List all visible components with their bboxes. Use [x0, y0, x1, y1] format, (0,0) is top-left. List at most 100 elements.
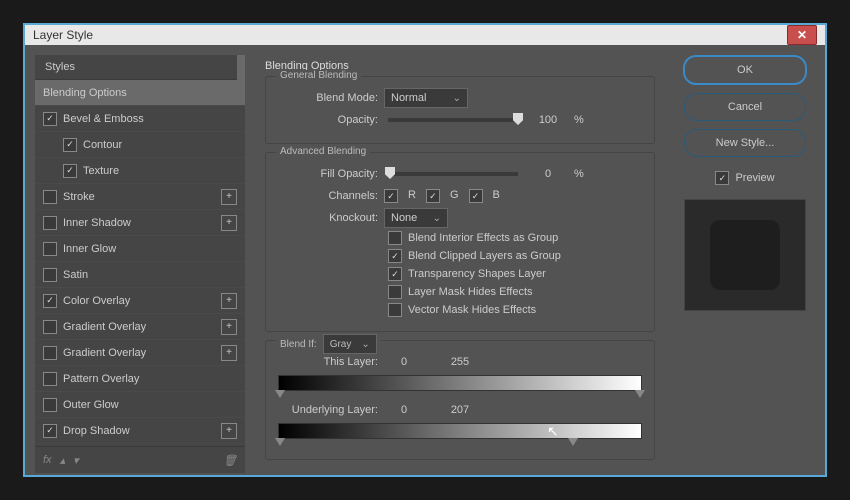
transparency-shapes-checkbox[interactable] — [388, 267, 402, 281]
preview-label: Preview — [735, 172, 774, 184]
slider-handle[interactable] — [385, 167, 395, 179]
sidebar-item-label: Gradient Overlay — [63, 347, 146, 359]
blend-interior-checkbox[interactable] — [388, 231, 402, 245]
sidebar-item-color-overlay[interactable]: Color Overlay + — [35, 288, 245, 314]
main-panel: Blending Options General Blending Blend … — [255, 55, 665, 473]
style-checkbox[interactable] — [63, 138, 77, 152]
style-checkbox[interactable] — [43, 294, 57, 308]
sidebar-item-label: Outer Glow — [63, 399, 119, 411]
channel-g-checkbox[interactable] — [426, 189, 440, 203]
opacity-value[interactable]: 100 — [528, 114, 568, 126]
channel-b-checkbox[interactable] — [469, 189, 483, 203]
opacity-slider[interactable] — [388, 118, 518, 122]
fx-label: fx — [43, 454, 52, 466]
underlying-layer-slider[interactable] — [278, 423, 642, 439]
styles-sidebar: Styles Blending Options Bevel & Emboss Con… — [35, 55, 245, 473]
sidebar-item-inner-shadow[interactable]: Inner Shadow + — [35, 210, 245, 236]
slider-white-handle[interactable] — [635, 390, 645, 398]
preview-checkbox[interactable] — [715, 171, 729, 185]
style-checkbox[interactable] — [63, 164, 77, 178]
style-checkbox[interactable] — [43, 242, 57, 256]
sidebar-item-stroke[interactable]: Stroke + — [35, 184, 245, 210]
general-legend: General Blending — [276, 70, 361, 81]
knockout-label: Knockout: — [278, 212, 378, 224]
sidebar-item-inner-glow[interactable]: Inner Glow — [35, 236, 245, 262]
layer-mask-hides-checkbox[interactable] — [388, 285, 402, 299]
style-checkbox[interactable] — [43, 398, 57, 412]
add-effect-icon[interactable]: + — [221, 189, 237, 205]
sidebar-item-contour[interactable]: Contour — [35, 132, 245, 158]
style-checkbox[interactable] — [43, 190, 57, 204]
right-panel: OK Cancel New Style... Preview — [675, 55, 815, 473]
advanced-blending-group: Advanced Blending Fill Opacity: 0 % Chan… — [265, 152, 655, 332]
channels-label: Channels: — [278, 190, 378, 202]
slider-black-handle[interactable] — [275, 390, 285, 398]
style-checkbox[interactable] — [43, 424, 57, 438]
channel-r-checkbox[interactable] — [384, 189, 398, 203]
style-checkbox[interactable] — [43, 372, 57, 386]
advanced-legend: Advanced Blending — [276, 146, 370, 157]
slider-handle[interactable] — [513, 113, 523, 125]
sidebar-item-bevel-emboss[interactable]: Bevel & Emboss — [35, 106, 245, 132]
close-button[interactable]: ✕ — [787, 25, 817, 45]
style-checkbox[interactable] — [43, 216, 57, 230]
ok-button[interactable]: OK — [683, 55, 807, 85]
style-checkbox[interactable] — [43, 346, 57, 360]
sidebar-item-label: Inner Shadow — [63, 217, 131, 229]
blend-clipped-checkbox[interactable] — [388, 249, 402, 263]
sidebar-item-gradient-overlay[interactable]: Gradient Overlay + — [35, 340, 245, 366]
add-effect-icon[interactable]: + — [221, 293, 237, 309]
sidebar-item-label: Bevel & Emboss — [63, 113, 144, 125]
new-style-button[interactable]: New Style... — [684, 129, 806, 157]
knockout-select[interactable]: None — [384, 208, 448, 228]
sidebar-item-label: Color Overlay — [63, 295, 130, 307]
fill-opacity-label: Fill Opacity: — [278, 168, 378, 180]
vector-mask-hides-checkbox[interactable] — [388, 303, 402, 317]
trash-icon[interactable]: 🗑 — [223, 454, 237, 467]
sidebar-item-label: Stroke — [63, 191, 95, 203]
sidebar-item-label: Gradient Overlay — [63, 321, 146, 333]
sidebar-footer: fx ▴ ▾ 🗑 — [35, 446, 245, 473]
sidebar-item-label: Texture — [83, 165, 119, 177]
scrollbar-thumb[interactable] — [237, 55, 245, 95]
arrow-up-icon[interactable]: ▴ — [60, 454, 66, 467]
sidebar-item-label: Pattern Overlay — [63, 373, 139, 385]
general-blending-group: General Blending Blend Mode: Normal Opac… — [265, 76, 655, 144]
titlebar: Layer Style ✕ — [25, 25, 825, 45]
sidebar-header: Styles — [35, 55, 245, 80]
style-checkbox[interactable] — [43, 320, 57, 334]
arrow-down-icon[interactable]: ▾ — [73, 454, 79, 467]
opacity-label: Opacity: — [278, 114, 378, 126]
sidebar-item-label: Drop Shadow — [63, 425, 130, 437]
sidebar-item-satin[interactable]: Satin — [35, 262, 245, 288]
sidebar-item-blending-options[interactable]: Blending Options — [35, 80, 245, 106]
blend-mode-label: Blend Mode: — [278, 92, 378, 104]
sidebar-item-label: Inner Glow — [63, 243, 116, 255]
blend-if-select[interactable]: Gray — [323, 334, 377, 354]
blend-mode-select[interactable]: Normal — [384, 88, 468, 108]
add-effect-icon[interactable]: + — [221, 319, 237, 335]
preview-thumbnail — [684, 199, 806, 311]
sidebar-item-label: Contour — [83, 139, 122, 151]
fill-opacity-value[interactable]: 0 — [528, 168, 568, 180]
slider-white-handle[interactable] — [568, 438, 578, 446]
sidebar-item-outer-glow[interactable]: Outer Glow — [35, 392, 245, 418]
underlying-layer-label: Underlying Layer: — [278, 404, 378, 416]
style-checkbox[interactable] — [43, 112, 57, 126]
slider-black-handle[interactable] — [275, 438, 285, 446]
add-effect-icon[interactable]: + — [221, 345, 237, 361]
cancel-button[interactable]: Cancel — [684, 93, 806, 121]
style-checkbox[interactable] — [43, 268, 57, 282]
sidebar-item-pattern-overlay[interactable]: Pattern Overlay — [35, 366, 245, 392]
fill-opacity-unit: % — [574, 168, 584, 180]
fill-opacity-slider[interactable] — [388, 172, 518, 176]
add-effect-icon[interactable]: + — [221, 215, 237, 231]
add-effect-icon[interactable]: + — [221, 423, 237, 439]
opacity-unit: % — [574, 114, 584, 126]
dialog-title: Layer Style — [33, 28, 93, 42]
sidebar-item-drop-shadow[interactable]: Drop Shadow + — [35, 418, 245, 444]
this-layer-slider[interactable] — [278, 375, 642, 391]
sidebar-item-label: Blending Options — [43, 87, 127, 99]
sidebar-item-gradient-overlay[interactable]: Gradient Overlay + — [35, 314, 245, 340]
sidebar-item-texture[interactable]: Texture — [35, 158, 245, 184]
